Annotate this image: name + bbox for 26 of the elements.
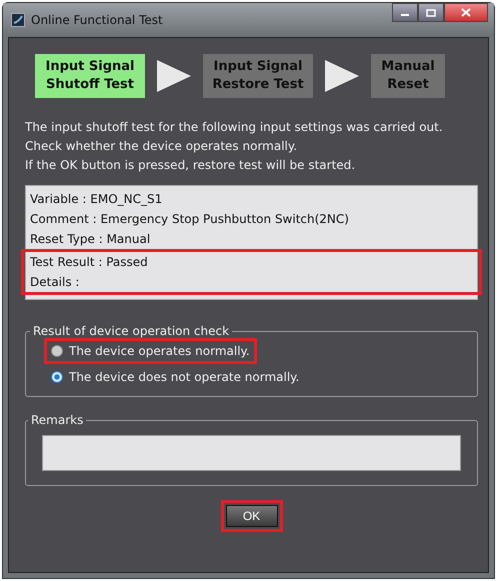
radio-option[interactable]: The device does not operate normally. (44, 364, 306, 390)
close-icon (461, 8, 471, 17)
group-title: Remarks (30, 413, 84, 427)
info-line: Test Result : Passed (29, 254, 149, 271)
minimize-button[interactable] (392, 3, 418, 22)
info-line: Reset Type : Manual (29, 231, 152, 248)
close-button[interactable] (444, 3, 488, 22)
message-text: Check whether the device operates normally. (25, 138, 298, 155)
arrow-icon (157, 60, 191, 92)
message-text: If the OK button is pressed, restore test will be started. (25, 157, 356, 174)
step-indicator: Input Signal Shutoff Test (35, 54, 145, 98)
maximize-button[interactable] (418, 3, 444, 22)
window-title: Online Functional Test (31, 13, 164, 27)
message-text: The input shutoff test for the following input settings was carried out. (25, 119, 444, 136)
radio-option[interactable]: The device operates normally. (44, 338, 257, 364)
group-title: Result of device operation check (32, 324, 230, 338)
arrow-icon (325, 60, 359, 92)
step-indicator: Manual Reset (371, 54, 445, 98)
info-line: Details : (29, 274, 80, 291)
app-icon (11, 13, 25, 27)
remarks-field[interactable] (42, 435, 461, 471)
info-line: Comment : Emergency Stop Pushbutton Switch(2NC) (29, 211, 350, 228)
ok-button[interactable]: OK (226, 505, 278, 527)
info-line: Variable : EMO_NC_S1 (29, 191, 164, 208)
step-indicator: Input Signal Restore Test (203, 54, 313, 98)
maximize-icon (426, 8, 436, 16)
